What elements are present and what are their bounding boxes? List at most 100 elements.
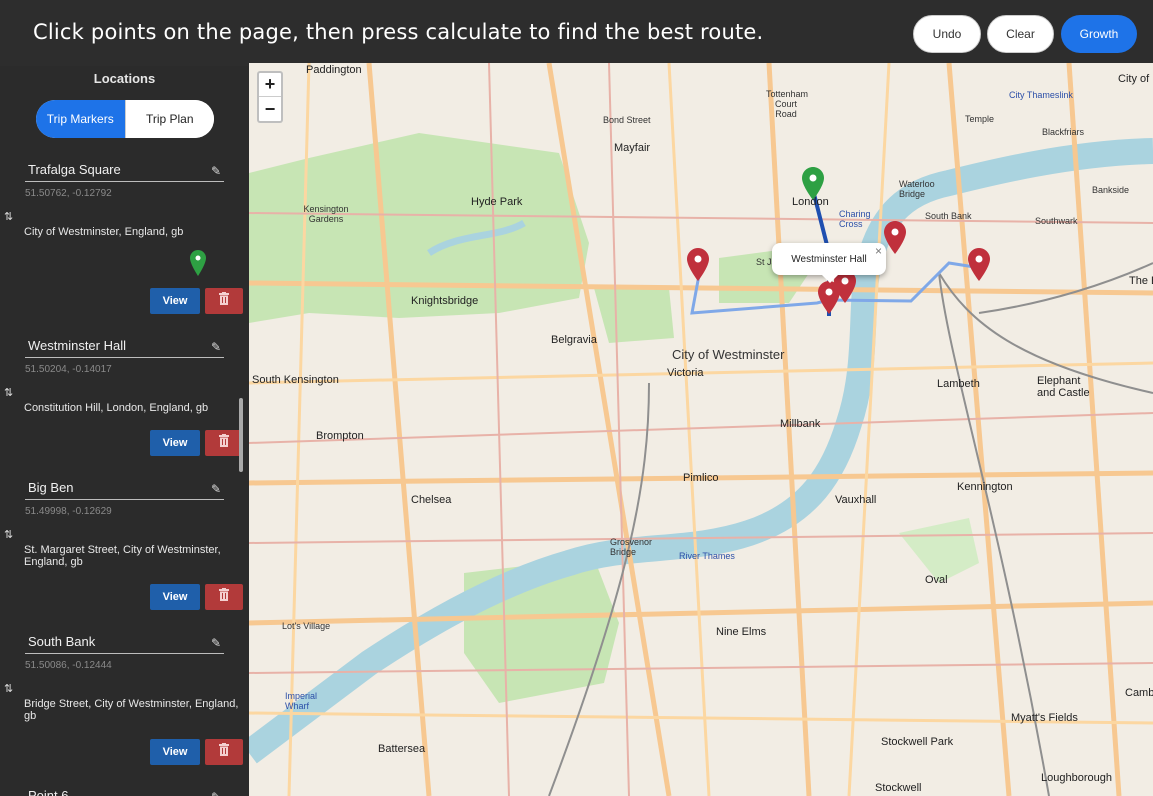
trash-icon xyxy=(219,743,229,761)
map-label: Chelsea xyxy=(411,494,452,506)
location-name-input[interactable]: South Bank xyxy=(25,634,224,654)
reorder-icon[interactable]: ⇅ xyxy=(4,210,13,223)
map-label: City of L xyxy=(1118,73,1153,85)
clear-button[interactable]: Clear xyxy=(987,15,1054,53)
map-label: Stockwell xyxy=(875,782,922,794)
map-label: Stockwell Park xyxy=(881,736,954,748)
sidebar-scrollbar[interactable] xyxy=(239,398,243,472)
reorder-icon[interactable]: ⇅ xyxy=(4,682,13,695)
view-button[interactable]: View xyxy=(150,430,200,456)
location-address: St. Margaret Street, City of Westminster… xyxy=(24,544,221,568)
popup-text: Westminster Hall xyxy=(791,253,867,265)
location-name-input[interactable]: Big Ben xyxy=(25,480,224,500)
map-label: Bond Street xyxy=(603,115,651,125)
map-label: Brompton xyxy=(316,430,364,442)
map-label: Lambeth xyxy=(937,378,980,390)
map-label: Kennington xyxy=(957,481,1013,493)
map-label: Tottenham Court Road xyxy=(766,89,809,119)
zoom-control: + − xyxy=(257,71,283,123)
map-label: Camber xyxy=(1125,687,1153,699)
reorder-icon[interactable]: ⇅ xyxy=(4,528,13,541)
location-card: Big Ben ✎ 51.49998, -0.12629 ⇅ St. Marga… xyxy=(0,480,249,610)
location-name-input[interactable]: Westminster Hall xyxy=(25,338,224,358)
map-label: Vauxhall xyxy=(835,494,877,506)
map-label: Belgravia xyxy=(551,334,597,346)
view-button[interactable]: View xyxy=(150,739,200,765)
location-address: Bridge Street, City of Westminster, Engl… xyxy=(24,698,239,722)
location-coords: 51.50086, -0.12444 xyxy=(25,660,112,671)
map-label: Millbank xyxy=(780,418,821,430)
map-label: City of Westminster xyxy=(672,347,785,362)
location-coords: 51.50762, -0.12792 xyxy=(25,188,112,199)
map-label: Knightsbridge xyxy=(411,295,479,307)
location-coords: 51.49998, -0.12629 xyxy=(25,506,112,517)
map-label: Charing Cross xyxy=(839,209,871,229)
pencil-icon[interactable]: ✎ xyxy=(211,482,223,496)
map-label: Lot's Village xyxy=(282,621,331,631)
view-toggle: Trip Markers Trip Plan xyxy=(36,100,214,138)
map-label: South Bank xyxy=(925,211,972,221)
popup-tip xyxy=(822,275,838,283)
zoom-out-button[interactable]: − xyxy=(259,97,281,121)
trash-icon xyxy=(219,434,229,452)
map-tiles xyxy=(249,63,1153,796)
map-label: Southwark xyxy=(1035,216,1078,226)
delete-button[interactable] xyxy=(205,739,243,765)
pencil-icon[interactable]: ✎ xyxy=(211,636,223,650)
tab-trip-markers[interactable]: Trip Markers xyxy=(36,100,125,138)
location-address: City of Westminster, England, gb xyxy=(24,226,184,238)
map-label: Hyde Park xyxy=(471,196,523,208)
green-marker-icon xyxy=(190,250,206,281)
location-address: Constitution Hill, London, England, gb xyxy=(24,402,209,414)
locations-sidebar: Locations Trip Markers Trip Plan Trafalg… xyxy=(0,66,249,796)
location-card: Point 6 ✎ xyxy=(0,788,249,796)
location-name-input[interactable]: Trafalga Square xyxy=(25,162,224,182)
map-label: Oval xyxy=(925,574,948,586)
top-bar: Click points on the page, then press cal… xyxy=(0,0,1153,66)
map-label: Pimlico xyxy=(683,472,719,484)
location-card: South Bank ✎ 51.50086, -0.12444 ⇅ Bridge… xyxy=(0,634,249,765)
map-label: River Thames xyxy=(679,551,735,561)
location-coords: 51.50204, -0.14017 xyxy=(25,364,112,375)
map-label: Nine Elms xyxy=(716,626,767,638)
map-label: Paddington xyxy=(306,64,362,76)
map-label: Waterloo Bridge xyxy=(899,179,935,199)
map-label: Battersea xyxy=(378,743,426,755)
view-button[interactable]: View xyxy=(150,584,200,610)
map-label: Bankside xyxy=(1092,185,1130,195)
delete-button[interactable] xyxy=(205,288,243,314)
map-label: Mayfair xyxy=(614,142,651,154)
map-label: London xyxy=(792,196,829,208)
map-label: Blackfriars xyxy=(1042,127,1085,137)
pencil-icon[interactable]: ✎ xyxy=(211,340,223,354)
growth-button[interactable]: Growth xyxy=(1061,15,1137,53)
map-label: Victoria xyxy=(667,367,704,379)
pencil-icon[interactable]: ✎ xyxy=(211,790,223,796)
undo-button[interactable]: Undo xyxy=(913,15,981,53)
pencil-icon[interactable]: ✎ xyxy=(211,164,223,178)
map-view[interactable]: Paddington Bond Street Mayfair Tottenham… xyxy=(249,63,1153,796)
map-label: South Kensington xyxy=(252,374,339,386)
location-name-input[interactable]: Point 6 xyxy=(25,788,224,796)
location-card: Trafalga Square ✎ 51.50762, -0.12792 ⇅ C… xyxy=(0,162,249,322)
map-label: Kensington Gardens xyxy=(303,204,349,224)
map-label: Elephant and Castle xyxy=(1037,375,1090,399)
map-label: Myatt's Fields xyxy=(1011,712,1078,724)
map-label: Temple xyxy=(965,114,995,124)
map-label: City Thameslink xyxy=(1009,90,1073,100)
map-label: Grosvenor Bridge xyxy=(610,537,653,557)
map-label: Loughborough xyxy=(1041,772,1112,784)
map-label: The Borough xyxy=(1129,275,1153,287)
delete-button[interactable] xyxy=(205,430,243,456)
zoom-in-button[interactable]: + xyxy=(259,73,281,97)
instruction-text: Click points on the page, then press cal… xyxy=(33,20,764,44)
trash-icon xyxy=(219,292,229,310)
delete-button[interactable] xyxy=(205,584,243,610)
reorder-icon[interactable]: ⇅ xyxy=(4,386,13,399)
map-label: Imperial Wharf xyxy=(285,691,318,711)
view-button[interactable]: View xyxy=(150,288,200,314)
close-icon[interactable]: × xyxy=(875,244,882,258)
sidebar-title: Locations xyxy=(93,71,156,86)
tab-trip-plan[interactable]: Trip Plan xyxy=(124,100,214,138)
trash-icon xyxy=(219,588,229,606)
